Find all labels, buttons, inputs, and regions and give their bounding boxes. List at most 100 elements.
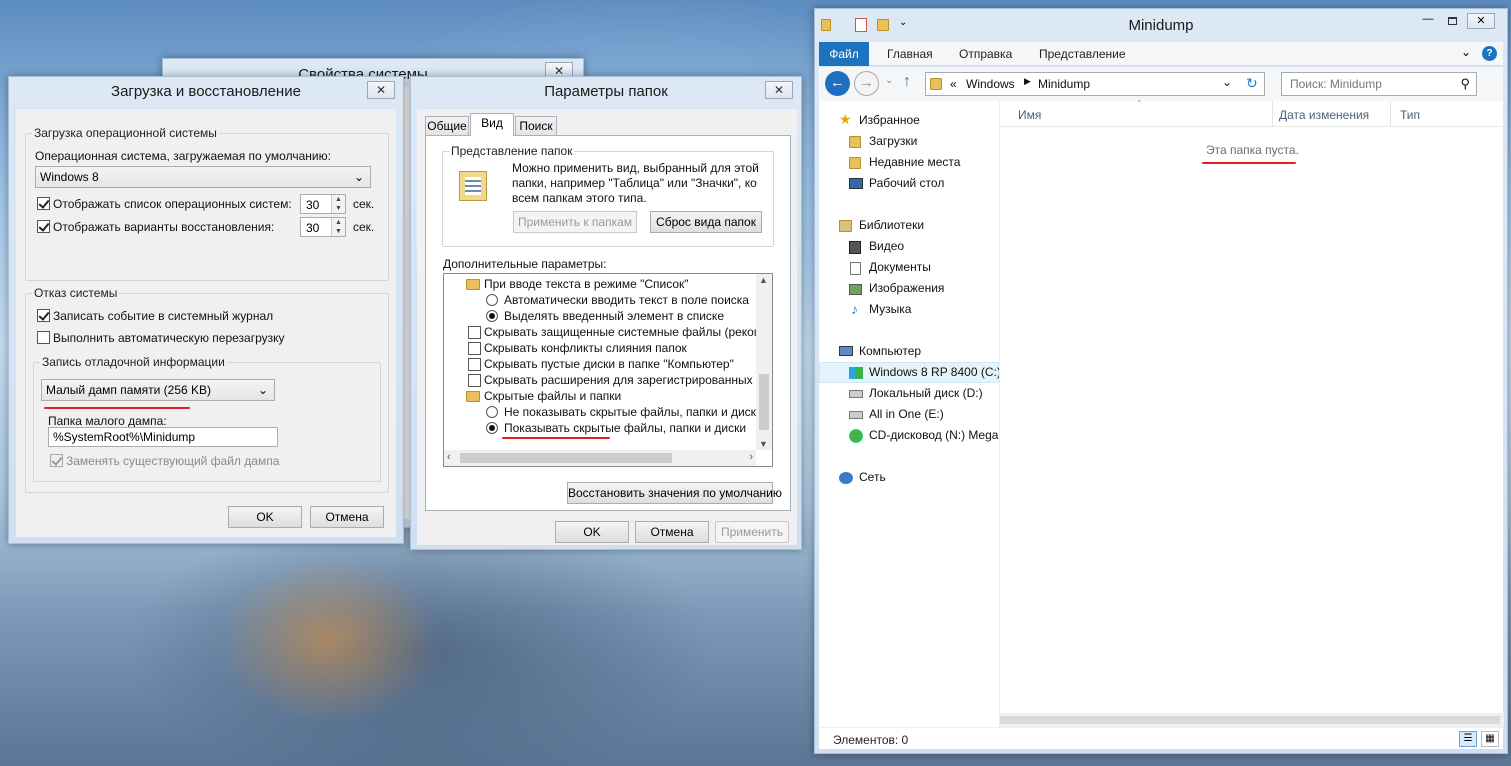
spin-arrows-icon[interactable]: ▲ ▼ — [331, 195, 345, 213]
maximize-icon[interactable] — [1441, 13, 1463, 29]
overwrite-checkbox[interactable] — [50, 454, 63, 467]
dump-folder-label: Папка малого дампа: — [48, 414, 167, 428]
nav-libraries[interactable]: Библиотеки — [859, 218, 924, 232]
pictures-icon — [849, 284, 862, 295]
list-item[interactable]: Выделять введенный элемент в списке — [504, 309, 724, 323]
write-event-checkbox[interactable] — [37, 309, 50, 322]
show-os-list-checkbox[interactable] — [37, 197, 50, 210]
nav-video[interactable]: Видео — [869, 239, 904, 253]
column-date[interactable]: Дата изменения — [1279, 108, 1369, 122]
tab-file[interactable]: Файл — [819, 42, 869, 66]
large-icons-view-icon[interactable]: ▦ — [1481, 731, 1499, 747]
advanced-settings-list[interactable]: При вводе текста в режиме "Список" Автом… — [443, 273, 773, 467]
chevron-right-icon[interactable]: › — [749, 451, 753, 463]
minimize-icon[interactable]: — — [1417, 13, 1439, 29]
search-icon[interactable]: ⚲ — [1460, 76, 1470, 92]
search-box[interactable]: Поиск: Minidump ⚲ — [1281, 72, 1477, 96]
close-icon[interactable]: ✕ — [765, 81, 793, 99]
tab-share[interactable]: Отправка — [959, 42, 1012, 66]
list-item[interactable]: Автоматически вводить текст в поле поиск… — [504, 293, 749, 307]
list-item[interactable]: Скрывать расширения для зарегистрированн… — [484, 373, 772, 387]
list-item[interactable]: Скрывать конфликты слияния папок — [484, 341, 687, 355]
scroll-thumb[interactable] — [759, 374, 769, 430]
chevron-down-icon[interactable]: ▼ — [759, 439, 768, 449]
list-item[interactable]: Не показывать скрытые файлы, папки и дис… — [504, 405, 763, 419]
nav-drive-n[interactable]: CD-дисковод (N:) Mega — [869, 428, 998, 442]
list-item[interactable]: Скрывать защищенные системные файлы (рек… — [484, 325, 772, 339]
details-view-icon[interactable]: ☰ — [1459, 731, 1477, 747]
vertical-scrollbar[interactable]: ▲ ▼ — [756, 274, 772, 450]
nav-drive-d[interactable]: Локальный диск (D:) — [869, 386, 983, 400]
scroll-thumb[interactable] — [1000, 716, 1500, 724]
chevron-down-icon[interactable]: ⌄ — [885, 75, 893, 86]
nav-drive-e[interactable]: All in One (E:) — [869, 407, 944, 421]
nav-favorites[interactable]: Избранное — [859, 113, 920, 127]
address-bar[interactable]: « Windows ▶ Minidump ⌄ ↻ — [925, 72, 1265, 96]
nav-music[interactable]: Музыка — [869, 302, 911, 316]
help-icon[interactable]: ? — [1482, 46, 1497, 61]
show-recovery-checkbox[interactable] — [37, 220, 50, 233]
tab-home[interactable]: Главная — [887, 42, 933, 66]
chevron-down-icon[interactable]: ⌄ — [1222, 75, 1232, 89]
up-arrow-icon[interactable]: ↑ — [903, 73, 911, 91]
tab-view[interactable]: Представление — [1039, 42, 1126, 66]
list-item[interactable]: Скрытые файлы и папки — [484, 389, 621, 403]
chevron-right-icon[interactable]: ▶ — [1024, 76, 1031, 87]
hide-hidden-files-radio[interactable] — [486, 406, 498, 418]
hide-empty-drives-checkbox[interactable] — [468, 358, 481, 371]
list-item[interactable]: Показывать скрытые файлы, папки и диски — [504, 421, 746, 435]
column-type[interactable]: Тип — [1400, 108, 1420, 122]
chevron-left-icon[interactable]: ‹ — [447, 451, 451, 463]
breadcrumb-overflow[interactable]: « — [950, 77, 957, 91]
os-list-timeout-spinner[interactable]: 30 ▲ ▼ — [300, 194, 346, 214]
nav-downloads[interactable]: Загрузки — [869, 134, 917, 148]
nav-drive-c[interactable]: Windows 8 RP 8400 (C:) — [869, 365, 1001, 379]
auto-type-radio[interactable] — [486, 294, 498, 306]
restore-defaults-button[interactable]: Восстановить значения по умолчанию — [567, 482, 782, 504]
list-item[interactable]: При вводе текста в режиме "Список" — [484, 277, 689, 291]
tab-search[interactable]: Поиск — [515, 116, 557, 136]
auto-restart-checkbox[interactable] — [37, 331, 50, 344]
close-icon[interactable]: ✕ — [367, 81, 395, 99]
recovery-timeout-spinner[interactable]: 30 ▲ ▼ — [300, 217, 346, 237]
red-underline — [1202, 162, 1296, 164]
nav-recent[interactable]: Недавние места — [869, 155, 960, 169]
reset-folders-button[interactable]: Сброс вида папок — [650, 211, 762, 233]
apply-button[interactable]: Применить — [715, 521, 789, 543]
ok-button[interactable]: OK — [555, 521, 629, 543]
horizontal-scrollbar[interactable]: ‹ › — [444, 450, 756, 466]
default-os-select[interactable]: Windows 8 ⌄ — [35, 166, 371, 188]
column-name[interactable]: Имя — [1018, 108, 1041, 122]
nav-computer[interactable]: Компьютер — [859, 344, 921, 358]
horizontal-scrollbar[interactable] — [1000, 713, 1504, 727]
breadcrumb-windows[interactable]: Windows — [966, 77, 1015, 91]
list-item[interactable]: Скрывать пустые диски в папке "Компьютер… — [484, 357, 734, 371]
apply-to-folders-button[interactable]: Применить к папкам — [513, 211, 637, 233]
ok-button[interactable]: OK — [228, 506, 302, 528]
cancel-button[interactable]: Отмена — [310, 506, 384, 528]
select-item-radio[interactable] — [486, 310, 498, 322]
nav-network[interactable]: Сеть — [859, 470, 886, 484]
chevron-down-icon[interactable]: ⌄ — [1461, 45, 1471, 59]
hide-system-files-checkbox[interactable] — [468, 326, 481, 339]
scroll-thumb[interactable] — [460, 453, 672, 463]
nav-documents[interactable]: Документы — [869, 260, 931, 274]
show-hidden-files-radio[interactable] — [486, 422, 498, 434]
view-text-line: Можно применить вид, выбранный для этой — [512, 161, 759, 175]
refresh-icon[interactable]: ↻ — [1246, 75, 1258, 92]
nav-desktop[interactable]: Рабочий стол — [869, 176, 944, 190]
dump-type-select[interactable]: Малый дамп памяти (256 KB) ⌄ — [41, 379, 275, 401]
hide-extensions-checkbox[interactable] — [468, 374, 481, 387]
nav-pictures[interactable]: Изображения — [869, 281, 944, 295]
tab-view[interactable]: Вид — [470, 113, 514, 136]
breadcrumb-minidump[interactable]: Minidump — [1038, 77, 1090, 91]
cancel-button[interactable]: Отмена — [635, 521, 709, 543]
hide-merge-conflicts-checkbox[interactable] — [468, 342, 481, 355]
back-arrow-icon[interactable]: ← — [825, 71, 850, 96]
chevron-up-icon[interactable]: ▲ — [759, 275, 768, 285]
forward-arrow-icon[interactable]: → — [854, 71, 879, 96]
spin-arrows-icon[interactable]: ▲ ▼ — [331, 218, 345, 236]
dump-folder-input[interactable] — [48, 427, 278, 447]
close-icon[interactable]: ✕ — [1467, 13, 1495, 29]
tab-general[interactable]: Общие — [425, 116, 469, 136]
